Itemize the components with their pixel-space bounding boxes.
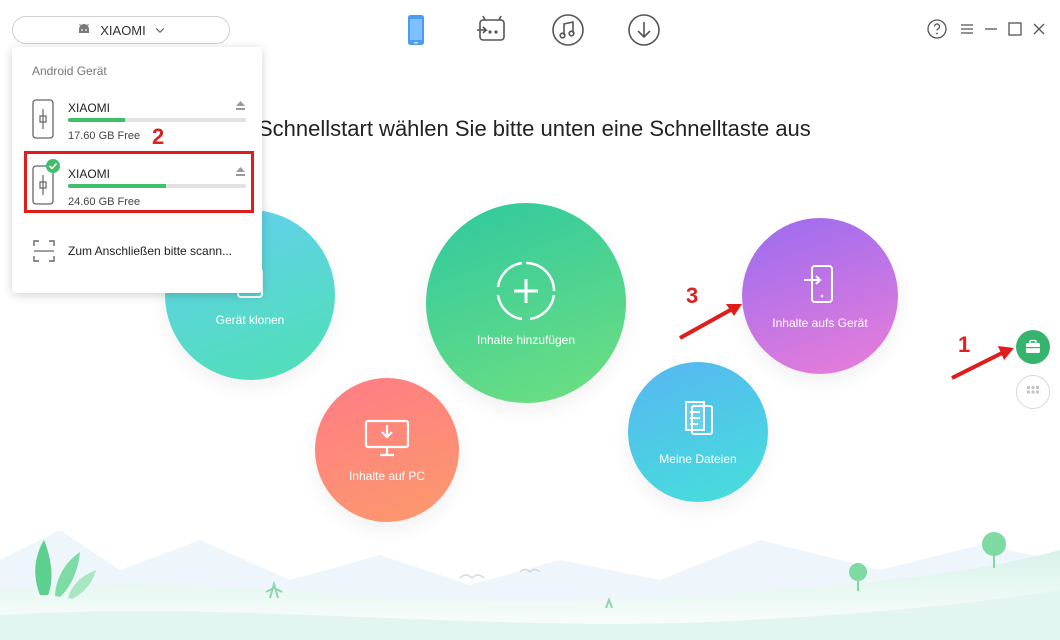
add-content-label: Inhalte hinzufügen [476,333,576,347]
my-files-label: Meine Dateien [659,452,737,466]
maximize-icon [1008,22,1022,36]
android-phone-icon [32,99,54,139]
scan-connect-item[interactable]: Zum Anschließen bitte scann... [32,239,232,263]
toolkit-button[interactable] [1016,330,1050,364]
tab-android-transfer[interactable] [474,12,510,48]
menu-icon [961,24,973,34]
annotation-number-2: 2 [152,124,165,149]
device-selector-label: XIAOMI [100,22,146,38]
download-icon [628,14,660,46]
content-to-device-label: Inhalte aufs Gerät [772,316,868,330]
maximize-button[interactable] [1004,18,1026,40]
tab-device-manager[interactable] [398,12,434,48]
scan-connect-label: Zum Anschließen bitte scann... [68,244,233,258]
music-icon [552,14,584,46]
minimize-icon [985,28,997,30]
content-to-device-button[interactable]: Inhalte aufs Gerät [742,218,898,374]
pc-icon [364,419,410,457]
to-device-icon [804,265,833,303]
panel-title: Android Gerät [32,64,107,78]
help-icon [927,19,947,39]
tab-music[interactable] [550,12,586,48]
tab-download[interactable] [626,12,662,48]
phone-icon [408,15,424,45]
add-content-button[interactable]: Inhalte hinzufügen [426,203,626,403]
clone-device-label: Gerät klonen [215,313,285,327]
highlight-box [24,151,254,213]
qr-scan-icon [33,240,55,262]
help-button[interactable] [926,18,948,40]
android-transfer-icon [477,15,505,41]
landscape-background [0,530,1060,640]
page-title: Schnellstart wählen Sie bitte unten eine… [258,116,811,141]
my-files-button[interactable]: Meine Dateien [628,362,768,502]
chevron-down-icon [155,28,164,34]
close-button[interactable] [1028,18,1050,40]
annotation-arrow [679,304,742,340]
menu-button[interactable] [956,18,978,40]
toolbox-icon [1026,339,1040,353]
storage-bar [68,118,246,122]
eject-icon[interactable] [235,100,246,111]
device-name: XIAOMI [68,101,111,115]
apps-button[interactable] [1016,375,1050,409]
close-icon [1033,23,1045,35]
content-to-pc-button[interactable]: Inhalte auf PC [315,378,459,522]
content-to-pc-label: Inhalte auf PC [348,469,426,483]
files-icon [685,401,713,435]
annotation-arrow [951,346,1014,380]
grid-icon [1027,386,1039,394]
device-row[interactable]: XIAOMI 17.60 GB Free [26,97,248,153]
device-selector[interactable]: XIAOMI [12,16,230,44]
device-free-space: 17.60 GB Free [68,130,141,142]
android-icon [79,23,90,33]
minimize-button[interactable] [980,18,1002,40]
add-icon [496,261,556,321]
